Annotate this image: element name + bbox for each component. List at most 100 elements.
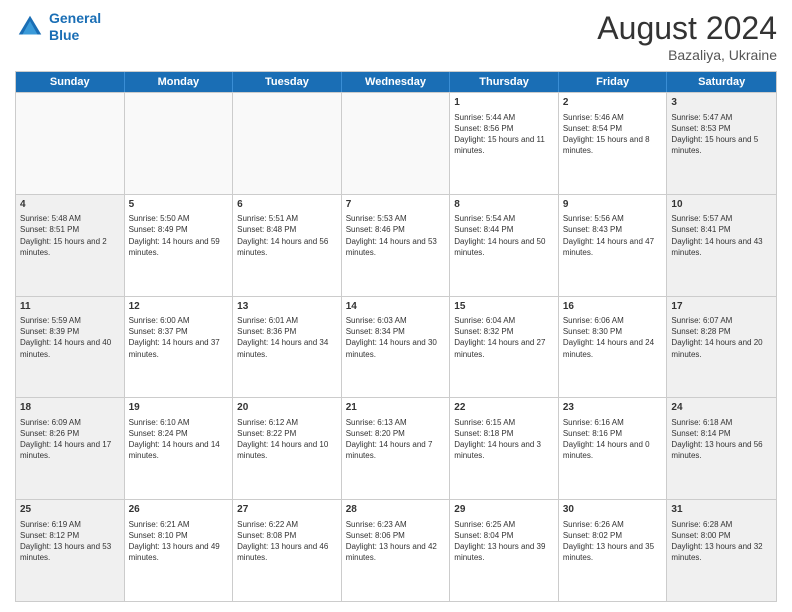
day-info-5: Sunrise: 5:50 AMSunset: 8:49 PMDaylight:… bbox=[129, 213, 229, 258]
empty-cell-0-2 bbox=[233, 93, 342, 194]
day-number-27: 27 bbox=[237, 503, 337, 517]
header-saturday: Saturday bbox=[667, 72, 776, 92]
day-18: 18Sunrise: 6:09 AMSunset: 8:26 PMDayligh… bbox=[16, 398, 125, 499]
day-19: 19 Sunrise: 6:10 AMSunset: 8:24 PMDayligh… bbox=[125, 398, 234, 499]
day-15: 15Sunrise: 6:04 AMSunset: 8:32 PMDayligh… bbox=[450, 297, 559, 398]
logo: General Blue bbox=[15, 10, 101, 44]
day-31: 31 Sunrise: 6:28 AMSunset: 8:00 PMDayligh… bbox=[667, 500, 776, 601]
day-number-22: 22 bbox=[454, 401, 554, 415]
day-info-14: Sunrise: 6:03 AMSunset: 8:34 PMDaylight:… bbox=[346, 315, 446, 360]
day-info-7: Sunrise: 5:53 AMSunset: 8:46 PMDaylight:… bbox=[346, 213, 446, 258]
header-monday: Monday bbox=[125, 72, 234, 92]
day-info-26: Sunrise: 6:21 AMSunset: 8:10 PMDaylight:… bbox=[129, 519, 229, 564]
day-info-6: Sunrise: 5:51 AMSunset: 8:48 PMDaylight:… bbox=[237, 213, 337, 258]
day-info-31: Sunrise: 6:28 AMSunset: 8:00 PMDaylight:… bbox=[671, 519, 772, 564]
day-number-7: 7 bbox=[346, 198, 446, 212]
page: General Blue August 2024 Bazaliya, Ukrai… bbox=[0, 0, 792, 612]
day-4: 4Sunrise: 5:48 AMSunset: 8:51 PMDaylight… bbox=[16, 195, 125, 296]
day-info-3: Sunrise: 5:47 AMSunset: 8:53 PMDaylight:… bbox=[671, 112, 772, 157]
header-tuesday: Tuesday bbox=[233, 72, 342, 92]
day-number-16: 16 bbox=[563, 300, 663, 314]
day-info-29: Sunrise: 6:25 AMSunset: 8:04 PMDaylight:… bbox=[454, 519, 554, 564]
day-3: 3 Sunrise: 5:47 AMSunset: 8:53 PMDaylight… bbox=[667, 93, 776, 194]
day-11: 11Sunrise: 5:59 AMSunset: 8:39 PMDayligh… bbox=[16, 297, 125, 398]
day-info-18: Sunrise: 6:09 AMSunset: 8:26 PMDaylight:… bbox=[20, 417, 120, 462]
day-2: 2 Sunrise: 5:46 AMSunset: 8:54 PMDaylight… bbox=[559, 93, 668, 194]
day-6: 6Sunrise: 5:51 AMSunset: 8:48 PMDaylight… bbox=[233, 195, 342, 296]
day-info-22: Sunrise: 6:15 AMSunset: 8:18 PMDaylight:… bbox=[454, 417, 554, 462]
calendar: Sunday Monday Tuesday Wednesday Thursday… bbox=[15, 71, 777, 602]
day-26: 26 Sunrise: 6:21 AMSunset: 8:10 PMDayligh… bbox=[125, 500, 234, 601]
day-5: 5Sunrise: 5:50 AMSunset: 8:49 PMDaylight… bbox=[125, 195, 234, 296]
day-info-24: Sunrise: 6:18 AMSunset: 8:14 PMDaylight:… bbox=[671, 417, 772, 462]
day-number-31: 31 bbox=[671, 503, 772, 517]
day-number-29: 29 bbox=[454, 503, 554, 517]
day-24: 24 Sunrise: 6:18 AMSunset: 8:14 PMDayligh… bbox=[667, 398, 776, 499]
day-number-3: 3 bbox=[671, 96, 772, 110]
day-23: 23Sunrise: 6:16 AMSunset: 8:16 PMDayligh… bbox=[559, 398, 668, 499]
day-info-30: Sunrise: 6:26 AMSunset: 8:02 PMDaylight:… bbox=[563, 519, 663, 564]
header-friday: Friday bbox=[559, 72, 668, 92]
logo-general: General bbox=[49, 10, 101, 26]
calendar-header: Sunday Monday Tuesday Wednesday Thursday… bbox=[16, 72, 776, 92]
day-info-9: Sunrise: 5:56 AMSunset: 8:43 PMDaylight:… bbox=[563, 213, 663, 258]
day-29: 29 Sunrise: 6:25 AMSunset: 8:04 PMDayligh… bbox=[450, 500, 559, 601]
day-info-1: Sunrise: 5:44 AMSunset: 8:56 PMDaylight:… bbox=[454, 112, 554, 157]
day-number-21: 21 bbox=[346, 401, 446, 415]
day-info-15: Sunrise: 6:04 AMSunset: 8:32 PMDaylight:… bbox=[454, 315, 554, 360]
day-info-19: Sunrise: 6:10 AMSunset: 8:24 PMDaylight:… bbox=[129, 417, 229, 462]
day-info-2: Sunrise: 5:46 AMSunset: 8:54 PMDaylight:… bbox=[563, 112, 663, 157]
day-30: 30 Sunrise: 6:26 AMSunset: 8:02 PMDayligh… bbox=[559, 500, 668, 601]
day-1: 1 Sunrise: 5:44 AMSunset: 8:56 PMDaylight… bbox=[450, 93, 559, 194]
day-number-19: 19 bbox=[129, 401, 229, 415]
empty-cell-0-0 bbox=[16, 93, 125, 194]
day-info-4: Sunrise: 5:48 AMSunset: 8:51 PMDaylight:… bbox=[20, 213, 120, 258]
header-wednesday: Wednesday bbox=[342, 72, 451, 92]
day-number-30: 30 bbox=[563, 503, 663, 517]
day-info-12: Sunrise: 6:00 AMSunset: 8:37 PMDaylight:… bbox=[129, 315, 229, 360]
day-9: 9Sunrise: 5:56 AMSunset: 8:43 PMDaylight… bbox=[559, 195, 668, 296]
day-number-2: 2 bbox=[563, 96, 663, 110]
day-13: 13Sunrise: 6:01 AMSunset: 8:36 PMDayligh… bbox=[233, 297, 342, 398]
day-number-4: 4 bbox=[20, 198, 120, 212]
day-number-12: 12 bbox=[129, 300, 229, 314]
day-number-26: 26 bbox=[129, 503, 229, 517]
day-7: 7Sunrise: 5:53 AMSunset: 8:46 PMDaylight… bbox=[342, 195, 451, 296]
day-info-20: Sunrise: 6:12 AMSunset: 8:22 PMDaylight:… bbox=[237, 417, 337, 462]
day-21: 21 Sunrise: 6:13 AMSunset: 8:20 PMDayligh… bbox=[342, 398, 451, 499]
day-27: 27 Sunrise: 6:22 AMSunset: 8:08 PMDayligh… bbox=[233, 500, 342, 601]
day-number-13: 13 bbox=[237, 300, 337, 314]
day-number-14: 14 bbox=[346, 300, 446, 314]
day-info-27: Sunrise: 6:22 AMSunset: 8:08 PMDaylight:… bbox=[237, 519, 337, 564]
header: General Blue August 2024 Bazaliya, Ukrai… bbox=[15, 10, 777, 63]
week-row-3: 11Sunrise: 5:59 AMSunset: 8:39 PMDayligh… bbox=[16, 296, 776, 398]
day-14: 14Sunrise: 6:03 AMSunset: 8:34 PMDayligh… bbox=[342, 297, 451, 398]
day-number-6: 6 bbox=[237, 198, 337, 212]
day-10: 10Sunrise: 5:57 AMSunset: 8:41 PMDayligh… bbox=[667, 195, 776, 296]
day-25: 25Sunrise: 6:19 AMSunset: 8:12 PMDayligh… bbox=[16, 500, 125, 601]
logo-icon bbox=[15, 12, 45, 42]
day-number-9: 9 bbox=[563, 198, 663, 212]
week-row-2: 4Sunrise: 5:48 AMSunset: 8:51 PMDaylight… bbox=[16, 194, 776, 296]
day-number-23: 23 bbox=[563, 401, 663, 415]
week-row-1: 1 Sunrise: 5:44 AMSunset: 8:56 PMDaylight… bbox=[16, 92, 776, 194]
day-info-21: Sunrise: 6:13 AMSunset: 8:20 PMDaylight:… bbox=[346, 417, 446, 462]
day-number-24: 24 bbox=[671, 401, 772, 415]
day-number-8: 8 bbox=[454, 198, 554, 212]
week-row-4: 18Sunrise: 6:09 AMSunset: 8:26 PMDayligh… bbox=[16, 397, 776, 499]
day-28: 28Sunrise: 6:23 AMSunset: 8:06 PMDayligh… bbox=[342, 500, 451, 601]
week-row-5: 25Sunrise: 6:19 AMSunset: 8:12 PMDayligh… bbox=[16, 499, 776, 601]
day-number-25: 25 bbox=[20, 503, 120, 517]
day-number-1: 1 bbox=[454, 96, 554, 110]
day-8: 8Sunrise: 5:54 AMSunset: 8:44 PMDaylight… bbox=[450, 195, 559, 296]
day-info-17: Sunrise: 6:07 AMSunset: 8:28 PMDaylight:… bbox=[671, 315, 772, 360]
title-block: August 2024 Bazaliya, Ukraine bbox=[597, 10, 777, 63]
day-info-11: Sunrise: 5:59 AMSunset: 8:39 PMDaylight:… bbox=[20, 315, 120, 360]
empty-cell-0-3 bbox=[342, 93, 451, 194]
logo-text: General Blue bbox=[49, 10, 101, 44]
day-info-28: Sunrise: 6:23 AMSunset: 8:06 PMDaylight:… bbox=[346, 519, 446, 564]
day-number-15: 15 bbox=[454, 300, 554, 314]
day-info-16: Sunrise: 6:06 AMSunset: 8:30 PMDaylight:… bbox=[563, 315, 663, 360]
month-title: August 2024 bbox=[597, 10, 777, 47]
location-subtitle: Bazaliya, Ukraine bbox=[597, 47, 777, 63]
